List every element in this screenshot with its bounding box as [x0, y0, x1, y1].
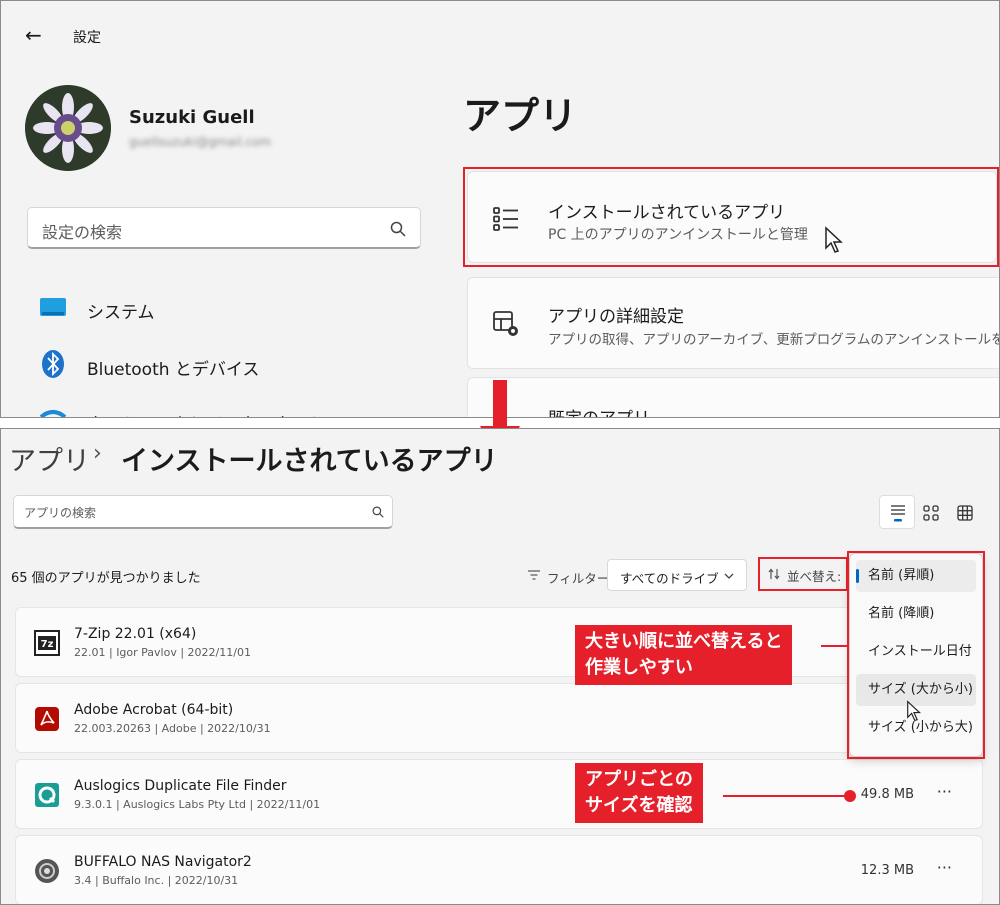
advanced-app-settings-card[interactable]: アプリの詳細設定 アプリの取得、アプリのアーカイブ、更新プログラムのアンインスト… [467, 277, 1000, 369]
auslogics-icon [35, 783, 59, 807]
callout-line: アプリごとの [585, 769, 693, 790]
installed-apps-window: アプリ › インストールされているアプリ アプリの検索 65 個のアプリが見つか… [0, 428, 1000, 905]
search-placeholder: アプリの検索 [24, 506, 97, 520]
avatar[interactable] [25, 85, 111, 171]
app-meta: 9.3.0.1 | Auslogics Labs Pty Ltd | 2022/… [74, 798, 321, 811]
breadcrumb-separator: › [93, 441, 102, 466]
seven-zip-icon: 7z [34, 630, 60, 656]
filter-label: フィルター: [547, 571, 614, 586]
nav-label: システム [87, 303, 155, 323]
list-view-button[interactable] [879, 495, 915, 529]
bluetooth-icon [42, 350, 64, 378]
more-options-button[interactable]: ··· [937, 782, 952, 801]
app-settings-icon [493, 311, 518, 336]
acrobat-icon [35, 707, 59, 731]
sort-tip-callout: 大きい順に並べ替えると 作業しやすい [575, 625, 793, 685]
card-title: 既定のアプリ [548, 404, 650, 417]
tile-view-icon[interactable] [923, 505, 939, 521]
app-row[interactable]: Auslogics Duplicate File Finder 9.3.0.1 … [15, 759, 983, 829]
drive-filter-value: すべてのドライブ [620, 571, 719, 586]
breadcrumb-parent[interactable]: アプリ [9, 439, 90, 478]
callout-dot [844, 790, 856, 802]
highlight-frame [847, 551, 985, 759]
settings-window: ← 設定 Suzuki Guell guellsuzuki@gmail.com … [0, 0, 1000, 418]
nav-label: Bluetooth とデバイス [87, 360, 260, 380]
app-search-input[interactable]: アプリの検索 [13, 495, 393, 529]
search-icon [372, 506, 384, 518]
highlight-frame [463, 167, 999, 267]
callout-connector [723, 795, 849, 797]
callout-line: サイズを確認 [585, 795, 693, 816]
drive-filter-dropdown[interactable]: すべてのドライブ [607, 559, 747, 591]
nav-item-bluetooth[interactable]: Bluetooth とデバイス [31, 345, 431, 385]
app-size: 49.8 MB [860, 787, 914, 802]
wifi-icon [39, 410, 67, 417]
app-count: 65 個のアプリが見つかりました [11, 571, 201, 586]
buffalo-icon [35, 859, 59, 883]
callout-connector [821, 645, 849, 647]
more-options-button[interactable]: ··· [937, 858, 952, 877]
nav-item-network[interactable]: ネットワークとインターネット [31, 403, 431, 417]
card-title: アプリの詳細設定 [548, 307, 684, 327]
grid-view-icon[interactable] [957, 505, 973, 521]
app-name: Auslogics Duplicate File Finder [74, 778, 287, 794]
app-name: BUFFALO NAS Navigator2 [74, 854, 252, 870]
breadcrumb-current: インストールされているアプリ [121, 446, 498, 477]
app-meta: 22.003.20263 | Adobe | 2022/10/31 [74, 722, 271, 735]
user-email: guellsuzuki@gmail.com [129, 135, 272, 149]
callout-line: 作業しやすい [585, 657, 693, 678]
chevron-down-icon [724, 573, 734, 579]
settings-search-input[interactable]: 設定の検索 [27, 207, 421, 249]
app-row[interactable]: 7z 7-Zip 22.01 (x64) 22.01 | Igor Pavlov… [15, 607, 983, 677]
filter-icon [528, 570, 540, 580]
card-subtitle: アプリの取得、アプリのアーカイブ、更新プログラムのアンインストールを行 [548, 332, 1000, 348]
back-button[interactable]: ← [25, 23, 42, 47]
app-meta: 3.4 | Buffalo Inc. | 2022/10/31 [74, 874, 239, 887]
nav-item-system[interactable]: システム [31, 289, 431, 329]
size-tip-callout: アプリごとの サイズを確認 [575, 763, 703, 823]
app-row[interactable]: Adobe Acrobat (64-bit) 22.003.20263 | Ad… [15, 683, 983, 753]
callout-line: 大きい順に並べ替えると [585, 631, 783, 652]
app-size: 12.3 MB [860, 863, 914, 878]
highlight-frame [758, 557, 848, 591]
default-apps-card[interactable]: 既定のアプリ [467, 377, 999, 417]
user-name: Suzuki Guell [129, 107, 255, 128]
nav-label: ネットワークとインターネット [87, 410, 325, 417]
svg-text:7z: 7z [41, 639, 54, 650]
search-placeholder: 設定の検索 [42, 223, 123, 242]
search-icon [390, 221, 406, 237]
app-name: 7-Zip 22.01 (x64) [74, 626, 197, 642]
app-name: Adobe Acrobat (64-bit) [74, 702, 234, 718]
app-row[interactable]: BUFFALO NAS Navigator2 3.4 | Buffalo Inc… [15, 835, 983, 904]
window-title: 設定 [73, 30, 101, 46]
app-meta: 22.01 | Igor Pavlov | 2022/11/01 [74, 646, 251, 659]
page-title: アプリ [463, 94, 578, 138]
monitor-icon [40, 298, 66, 316]
list-view-icon [891, 505, 905, 522]
